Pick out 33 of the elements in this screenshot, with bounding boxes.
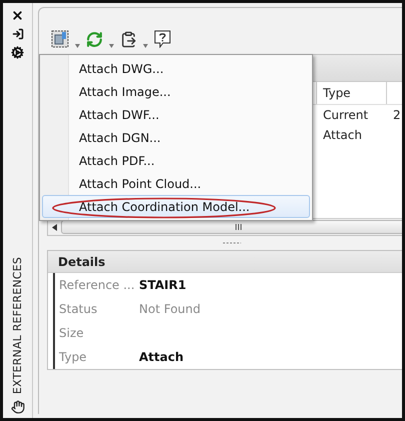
- table-cell-text: 2: [392, 107, 402, 124]
- menu-item[interactable]: Attach DWF...: [42, 103, 310, 126]
- settings-icon[interactable]: [11, 46, 24, 59]
- property-value: Attach: [139, 350, 184, 364]
- menu-item[interactable]: Attach Coordination Model...: [42, 195, 310, 218]
- caret-icon[interactable]: [143, 44, 148, 48]
- clipboard-icon[interactable]: [120, 31, 137, 48]
- close-icon[interactable]: [11, 9, 24, 22]
- property-label: Status: [58, 302, 98, 316]
- scroll-left-icon[interactable]: [52, 224, 57, 230]
- property-value: STAIR1: [139, 278, 186, 292]
- details-header: Details: [48, 251, 402, 273]
- caret-icon[interactable]: [109, 44, 114, 48]
- scrollbar-thumb[interactable]: [61, 220, 402, 234]
- help-icon[interactable]: [154, 30, 171, 48]
- property-label: Reference ...: [58, 278, 136, 292]
- refresh-icon[interactable]: [86, 31, 103, 48]
- menu-item[interactable]: Attach Image...: [42, 80, 310, 103]
- property-label: Size: [58, 326, 85, 340]
- attach-icon[interactable]: [51, 30, 69, 48]
- menu-item[interactable]: Attach Point Cloud...: [42, 172, 310, 195]
- arrow-into-door-icon[interactable]: [12, 28, 24, 40]
- panel-title: EXTERNAL REFERENCES: [11, 256, 24, 394]
- menu-item[interactable]: Attach DGN...: [42, 126, 310, 149]
- property-label: Type: [58, 350, 88, 364]
- column-header[interactable]: Type: [316, 82, 386, 104]
- hand-icon[interactable]: [10, 400, 24, 414]
- table-cell-text: Current: [322, 107, 370, 124]
- table-cell-text: Attach: [322, 127, 363, 144]
- menu-item[interactable]: Attach PDF...: [42, 149, 310, 172]
- property-value: Not Found: [139, 302, 200, 316]
- caret-icon[interactable]: [75, 44, 80, 48]
- menu-item[interactable]: Attach DWG...: [42, 57, 310, 80]
